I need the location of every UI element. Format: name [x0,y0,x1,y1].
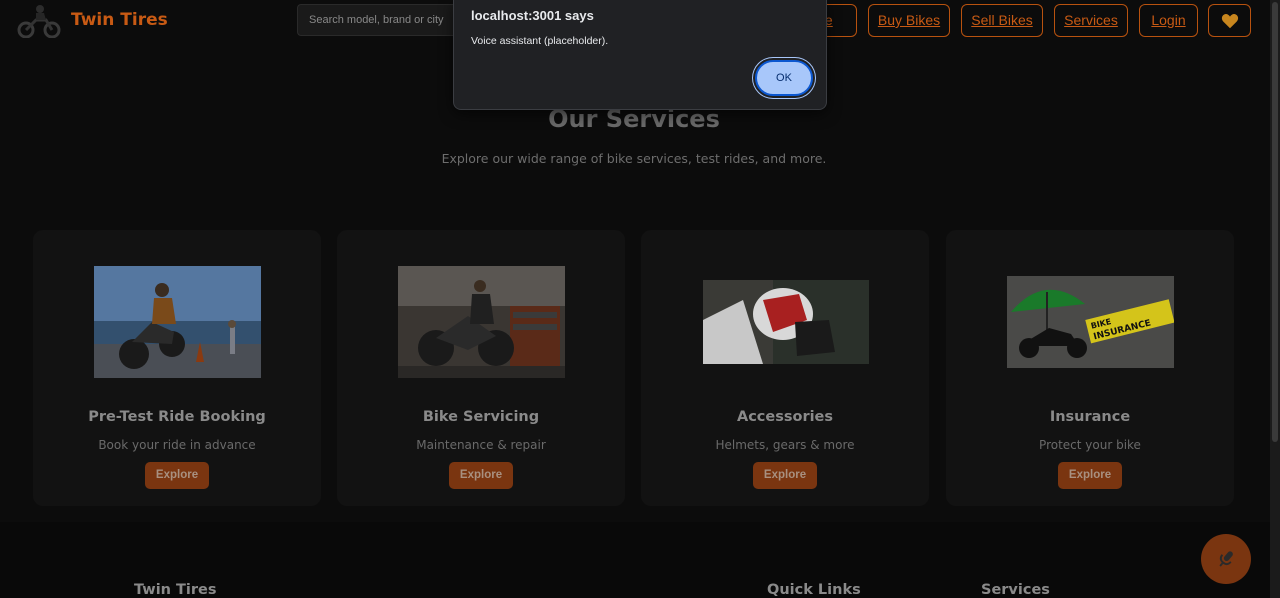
vertical-scrollbar[interactable] [1270,0,1280,598]
nav-services-button[interactable]: Services [1054,4,1128,37]
nav-sell-bikes-button[interactable]: Sell Bikes [961,4,1043,37]
service-card-servicing: Bike Servicing Maintenance & repair Expl… [337,230,625,506]
search-input[interactable]: Search model, brand or city [297,4,467,36]
dialog-title: localhost:3001 says [471,8,594,23]
nav-buy-bikes-button[interactable]: Buy Bikes [868,4,950,37]
explore-button[interactable]: Explore [145,462,209,489]
explore-button[interactable]: Explore [1058,462,1122,489]
site-footer: Twin Tires Quick Links Services [0,522,1270,598]
motorcycle-rider-logo[interactable] [16,2,62,38]
card-title: Pre-Test Ride Booking [88,409,266,425]
card-title: Insurance [1049,409,1131,425]
voice-assistant-button[interactable] [1201,534,1251,584]
footer-brand-heading: Twin Tires [134,582,217,598]
footer-services-heading: Services [981,582,1050,598]
card-subtitle: Maintenance & repair [416,438,546,452]
ok-button[interactable]: OK [755,60,813,96]
nav-login-button[interactable]: Login [1139,4,1198,37]
card-subtitle: Protect your bike [1039,438,1141,452]
insurance-image: BIKE INSURANCE [1007,276,1174,368]
wishlist-button[interactable] [1208,4,1251,37]
test-ride-image [94,266,261,378]
card-title: Bike Servicing [422,409,540,425]
card-subtitle: Book your ride in advance [98,438,256,452]
service-card-test-ride: Pre-Test Ride Booking Book your ride in … [33,230,321,506]
card-title: Accessories [736,409,834,425]
brand-name[interactable]: Twin Tires [71,10,168,30]
section-subtitle: Explore our wide range of bike services,… [441,151,827,166]
accessories-image [703,280,869,364]
card-subtitle: Helmets, gears & more [715,438,855,452]
footer-quick-links-heading: Quick Links [767,582,861,598]
bike-servicing-image [398,266,565,378]
heart-icon [1221,13,1238,28]
explore-button[interactable]: Explore [753,462,817,489]
scrollbar-thumb[interactable] [1272,2,1278,442]
service-card-accessories: Accessories Helmets, gears & more Explor… [641,230,929,506]
service-card-insurance: BIKE INSURANCE Insurance Protect your bi… [946,230,1234,506]
microphone-icon [1219,551,1233,567]
alert-dialog: localhost:3001 says Voice assistant (pla… [453,0,827,110]
dialog-message: Voice assistant (placeholder). [471,35,609,47]
explore-button[interactable]: Explore [449,462,513,489]
